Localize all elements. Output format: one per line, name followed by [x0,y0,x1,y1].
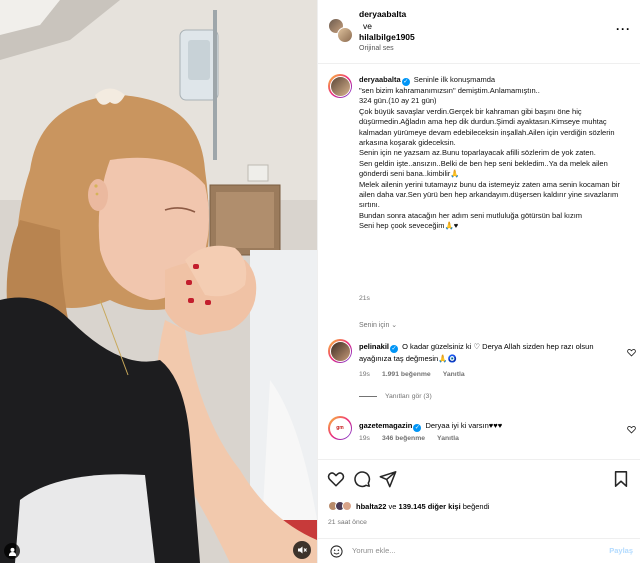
reply-button[interactable]: Yanıtla [443,371,465,378]
collab-avatars[interactable] [328,18,354,44]
comment-heart-icon[interactable] [627,348,636,357]
comment-body: Deryaa iyi ki varsın♥♥♥ [423,421,503,430]
likes-text: hbalta22 ve 139.145 diğer kişi beğendi [356,502,489,511]
avatar[interactable] [337,27,353,43]
comment-likes[interactable]: 346 beğenme [382,435,425,442]
verified-icon: ✓ [401,78,410,86]
reply-button[interactable]: Yanıtla [437,435,459,442]
header-username-2[interactable]: hilalbilge1905 [359,32,415,42]
send-icon[interactable] [379,470,397,488]
comment-meta: 19s 346 beğenme Yanıtla [359,435,471,442]
comments-section[interactable]: deryaabalta ✓ Seninle ilk konuşmamda "sen… [318,64,640,459]
likes-suffix: beğendi [460,501,490,511]
post-timestamp[interactable]: 21 saat önce [328,519,367,526]
caption-username[interactable]: deryaabalta [359,75,401,84]
for-you-label[interactable]: Senin için ⌄ [359,321,397,329]
header-username-1[interactable]: deryaabalta [359,9,406,19]
comment-composer: Yorum ekle... Paylaş [318,538,640,563]
actions-bar: hbalta22 ve 139.145 diğer kişi beğendi 2… [318,459,640,539]
likes-count[interactable]: 139.145 diğer kişi [399,502,461,511]
header-and-label: ve [363,21,372,31]
avatar [342,501,352,511]
view-replies[interactable]: Yanıtları gör (3) [359,393,432,400]
emoji-icon[interactable] [330,545,343,558]
likes-connector: ve [386,501,399,511]
comment-avatar[interactable] [328,339,352,363]
comment-heart-icon[interactable] [627,425,636,434]
view-replies-label: Yanıtları gör (3) [385,393,432,400]
comment-text: gazetemagazin ✓ Deryaa iyi ki varsın♥♥♥ [359,420,624,432]
comment-time[interactable]: 19s [359,435,370,442]
comment-avatar[interactable]: gm [328,416,352,440]
comment-meta: 19s 1.991 beğenme Yanıtla [359,371,477,378]
caption-body: Seninle ilk konuşmamda "sen bizim kahram… [359,75,620,231]
comment-username[interactable]: pelinakil [359,342,389,351]
post-header: deryaabalta ve hilalbilge1905 Orijinal s… [318,0,640,64]
more-horizontal-icon[interactable]: ··· [616,23,631,35]
heart-icon[interactable] [327,470,345,488]
post-panel: deryaabalta ve hilalbilge1905 Orijinal s… [317,0,640,563]
liker-username[interactable]: hbalta22 [356,502,386,511]
likes-summary[interactable]: hbalta22 ve 139.145 diğer kişi beğendi [328,501,489,511]
audio-label[interactable]: Orijinal ses [359,45,394,52]
caption-time[interactable]: 21s [359,295,370,302]
post-photo[interactable] [0,0,317,563]
comment-time[interactable]: 19s [359,371,370,378]
comment-input[interactable]: Yorum ekle... [352,546,396,555]
mute-icon[interactable] [293,541,311,559]
verified-icon: ✓ [390,345,399,353]
comment-username[interactable]: gazetemagazin [359,421,412,430]
comment-likes[interactable]: 1.991 beğenme [382,371,431,378]
caption-avatar[interactable] [328,74,352,98]
comment-icon[interactable] [353,470,371,488]
comment-text: pelinakil ✓ O kadar güzelsiniz ki ♡ Derya… [359,341,624,364]
post-button[interactable]: Paylaş [609,546,633,555]
instagram-post: deryaabalta ve hilalbilge1905 Orijinal s… [0,0,640,563]
caption-text: deryaabalta ✓ Seninle ilk konuşmamda "sen… [359,75,629,232]
bookmark-icon[interactable] [612,470,630,488]
verified-icon: ✓ [413,424,422,432]
photo-scene [0,0,317,563]
tagged-users-icon[interactable] [4,543,20,559]
